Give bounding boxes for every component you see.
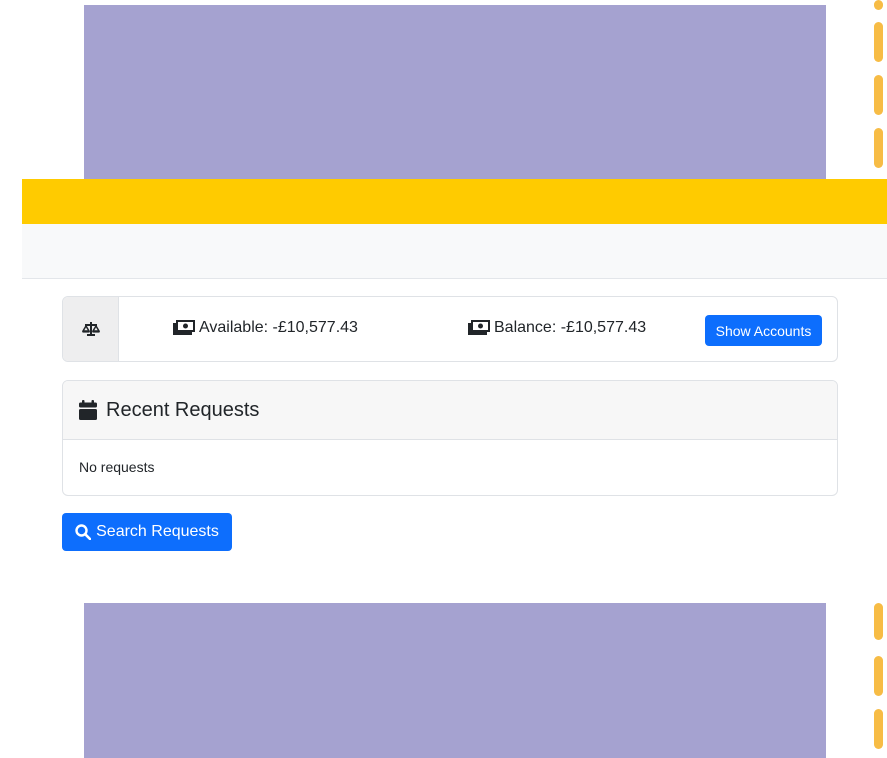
balance-summary-card: Available: -£10,577.43 Balance: -£10,577… bbox=[62, 296, 838, 362]
calendar-icon bbox=[79, 400, 97, 420]
recent-requests-title: Recent Requests bbox=[106, 398, 260, 421]
available-amount: Available: -£10,577.43 bbox=[173, 319, 358, 337]
search-requests-label: Search Requests bbox=[96, 523, 219, 540]
money-icon bbox=[468, 320, 490, 335]
decorative-dash bbox=[874, 75, 883, 115]
bottom-placeholder-block bbox=[84, 603, 826, 758]
decorative-dash bbox=[874, 128, 883, 168]
top-placeholder-block bbox=[84, 5, 826, 180]
decorative-dash bbox=[874, 0, 883, 10]
money-icon bbox=[173, 320, 195, 335]
available-label: Available: -£10,577.43 bbox=[199, 319, 358, 336]
recent-requests-header: Recent Requests bbox=[63, 381, 837, 440]
decorative-dash bbox=[874, 656, 883, 696]
show-accounts-button[interactable]: Show Accounts bbox=[705, 315, 822, 346]
header-bar bbox=[22, 179, 887, 224]
search-requests-button[interactable]: Search Requests bbox=[62, 513, 232, 551]
decorative-dash bbox=[874, 603, 883, 640]
balance-amount: Balance: -£10,577.43 bbox=[468, 319, 646, 337]
no-requests-text: No requests bbox=[79, 459, 155, 475]
search-icon bbox=[75, 524, 92, 540]
recent-requests-card: Recent Requests No requests bbox=[62, 380, 838, 496]
recent-requests-body: No requests bbox=[63, 440, 837, 475]
sub-header-bar bbox=[22, 224, 887, 279]
balance-label: Balance: -£10,577.43 bbox=[494, 319, 647, 336]
decorative-dash bbox=[874, 709, 883, 749]
scale-icon bbox=[81, 322, 100, 336]
scale-icon-cell bbox=[63, 297, 119, 361]
decorative-dash bbox=[874, 22, 883, 62]
